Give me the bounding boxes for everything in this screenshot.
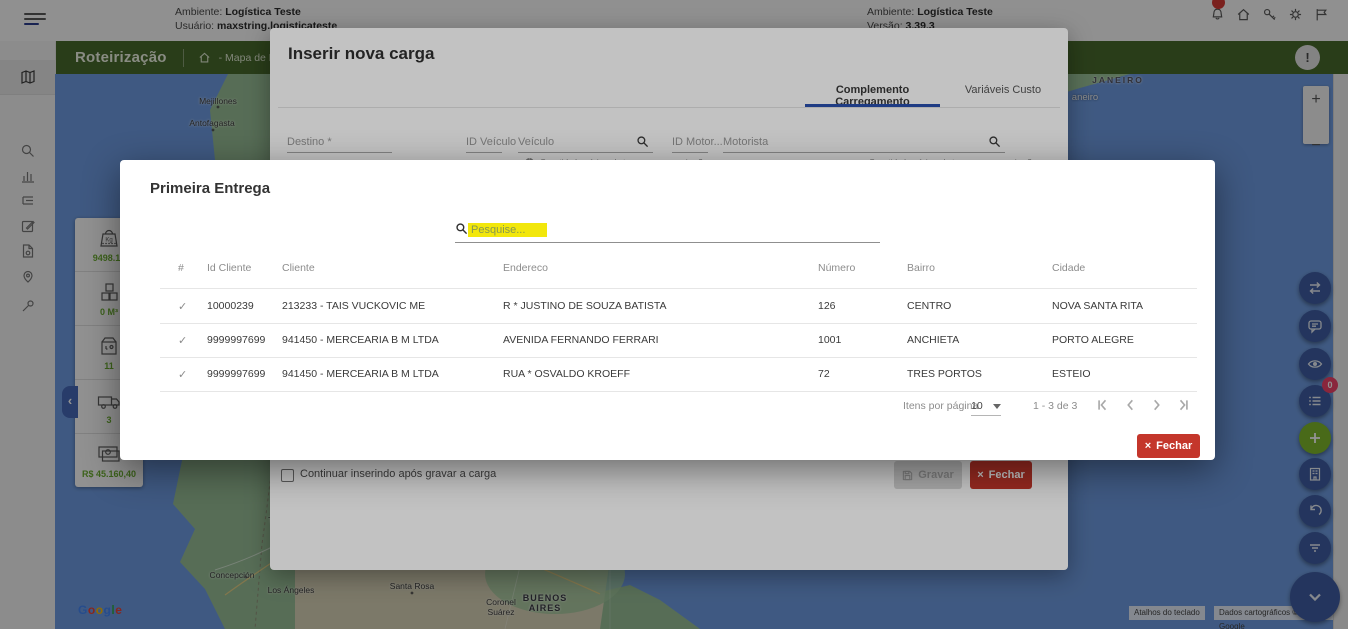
cell-cidade[interactable]: PORTO ALEGRE bbox=[1052, 334, 1134, 346]
col-header-id-cliente: Id Cliente bbox=[207, 262, 251, 274]
cell-id-cliente[interactable]: 9999997699 bbox=[207, 334, 265, 346]
cell-cliente[interactable]: 941450 - MERCEARIA B M LTDA bbox=[282, 334, 439, 346]
cell-id-cliente[interactable]: 9999997699 bbox=[207, 368, 265, 380]
search-underline bbox=[455, 242, 880, 243]
table-divider bbox=[160, 357, 1197, 358]
cell-bairro[interactable]: CENTRO bbox=[907, 300, 951, 312]
table-divider bbox=[160, 323, 1197, 324]
col-header-numero: Número bbox=[818, 262, 855, 274]
app-window: Ambiente: Logística Teste Usuário: maxst… bbox=[0, 0, 1348, 629]
table-divider bbox=[160, 391, 1197, 392]
delivery-search-input[interactable]: Pesquise... bbox=[468, 223, 547, 237]
previous-page-button[interactable] bbox=[1123, 398, 1139, 414]
dropdown-caret-icon bbox=[993, 404, 1001, 409]
cell-cliente[interactable]: 941450 - MERCEARIA B M LTDA bbox=[282, 368, 439, 380]
delivery-search-icon bbox=[455, 222, 468, 235]
cell-id-cliente[interactable]: 10000239 bbox=[207, 300, 254, 312]
cell-endereco[interactable]: R * JUSTINO DE SOUZA BATISTA bbox=[503, 300, 667, 312]
col-header-bairro: Bairro bbox=[907, 262, 935, 274]
last-page-button[interactable] bbox=[1177, 398, 1193, 414]
col-header-check: # bbox=[178, 262, 184, 274]
cell-numero[interactable]: 1001 bbox=[818, 334, 841, 346]
items-per-page-label: Itens por página bbox=[903, 400, 978, 412]
first-delivery-modal: Primeira Entrega Pesquise... # Id Client… bbox=[120, 160, 1215, 460]
col-header-endereco: Endereco bbox=[503, 262, 548, 274]
row-check-icon[interactable]: ✓ bbox=[178, 334, 187, 347]
delivery-modal-title: Primeira Entrega bbox=[150, 180, 270, 197]
cell-bairro[interactable]: TRES PORTOS bbox=[907, 368, 982, 380]
cell-cidade[interactable]: ESTEIO bbox=[1052, 368, 1091, 380]
row-check-icon[interactable]: ✓ bbox=[178, 300, 187, 313]
cell-endereco[interactable]: RUA * OSVALDO KROEFF bbox=[503, 368, 630, 380]
first-page-button[interactable] bbox=[1095, 398, 1111, 414]
close-label: Fechar bbox=[1156, 440, 1192, 452]
row-check-icon[interactable]: ✓ bbox=[178, 368, 187, 381]
page-range-label: 1 - 3 de 3 bbox=[1033, 400, 1077, 412]
close-x-icon: × bbox=[1145, 440, 1151, 452]
cell-numero[interactable]: 72 bbox=[818, 368, 830, 380]
cell-endereco[interactable]: AVENIDA FERNANDO FERRARI bbox=[503, 334, 659, 346]
cell-numero[interactable]: 126 bbox=[818, 300, 836, 312]
next-page-button[interactable] bbox=[1150, 398, 1166, 414]
cell-bairro[interactable]: ANCHIETA bbox=[907, 334, 959, 346]
cell-cidade[interactable]: NOVA SANTA RITA bbox=[1052, 300, 1143, 312]
page-size-select[interactable]: 10 bbox=[971, 400, 1001, 416]
close-delivery-modal-button[interactable]: × Fechar bbox=[1137, 434, 1200, 458]
col-header-cliente: Cliente bbox=[282, 262, 315, 274]
cell-cliente[interactable]: 213233 - TAIS VUCKOVIC ME bbox=[282, 300, 425, 312]
col-header-cidade: Cidade bbox=[1052, 262, 1085, 274]
table-divider bbox=[160, 288, 1197, 289]
page-size-value: 10 bbox=[971, 400, 983, 412]
